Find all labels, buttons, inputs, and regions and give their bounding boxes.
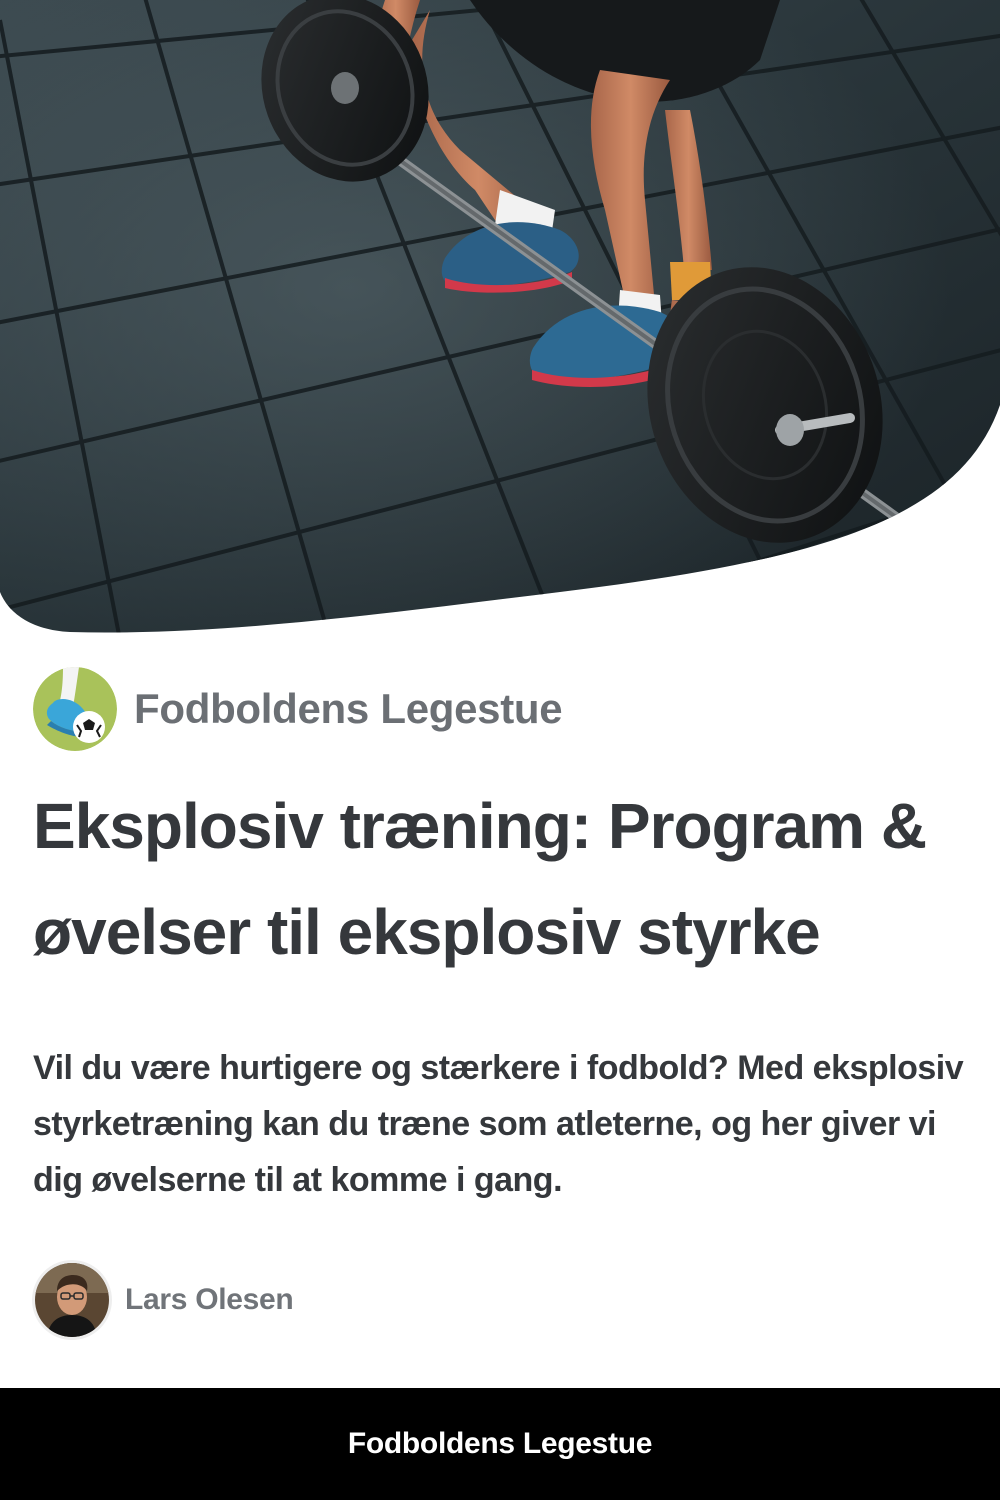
author-byline[interactable]: Lars Olesen xyxy=(35,1263,294,1337)
author-name[interactable]: Lars Olesen xyxy=(125,1283,294,1317)
article-headline: Eksplosiv træning: Program & øvelser til… xyxy=(33,790,927,968)
story-page: Fodboldens Legestue Eksplosiv træning: P… xyxy=(0,0,1000,1500)
hero-image xyxy=(0,0,1000,640)
publisher[interactable]: Fodboldens Legestue xyxy=(33,667,563,751)
author-portrait-icon xyxy=(35,1263,109,1337)
football-boot-ball-icon xyxy=(33,667,117,751)
publisher-name[interactable]: Fodboldens Legestue xyxy=(134,685,563,733)
footer-bar: Fodboldens Legestue xyxy=(0,1388,1000,1500)
footer-publisher-title[interactable]: Fodboldens Legestue xyxy=(348,1427,653,1461)
article-excerpt: Vil du være hurtigere og stærkere i fodb… xyxy=(33,1049,964,1199)
